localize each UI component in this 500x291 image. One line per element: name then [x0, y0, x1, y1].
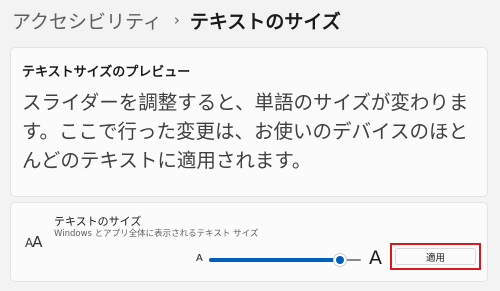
settings-page: アクセシビリティ › テキストのサイズ テキストサイズのプレビュー スライダーを…: [0, 0, 500, 291]
text-size-icon-big-a: A: [32, 233, 42, 251]
chevron-right-icon: ›: [173, 11, 180, 29]
apply-button-highlight: 適用: [390, 243, 481, 270]
slider-thumb-dot: [335, 256, 344, 264]
text-size-setting-card: AA テキストのサイズ Windows とアプリ全体に表示されるテキスト サイズ…: [10, 202, 488, 282]
apply-button[interactable]: 適用: [395, 248, 476, 265]
breadcrumb: アクセシビリティ › テキストのサイズ: [12, 6, 341, 34]
text-size-icon: AA: [25, 233, 43, 251]
slider-min-label: A: [196, 253, 203, 264]
preview-title: テキストサイズのプレビュー: [22, 65, 191, 80]
slider-fill: [209, 258, 340, 262]
page-title: テキストのサイズ: [189, 10, 341, 33]
text-size-slider[interactable]: [209, 253, 361, 267]
breadcrumb-accessibility-link[interactable]: アクセシビリティ: [12, 7, 162, 34]
slider-thumb[interactable]: [332, 253, 347, 267]
text-size-description: Windows とアプリ全体に表示されるテキスト サイズ: [54, 229, 259, 239]
preview-text: スライダーを調整すると、単語のサイズが変わります。ここで行った変更は、お使いのデ…: [22, 91, 469, 172]
slider-max-label: A: [369, 247, 382, 269]
text-size-preview-card: テキストサイズのプレビュー スライダーを調整すると、単語のサイズが変わります。こ…: [10, 47, 488, 197]
